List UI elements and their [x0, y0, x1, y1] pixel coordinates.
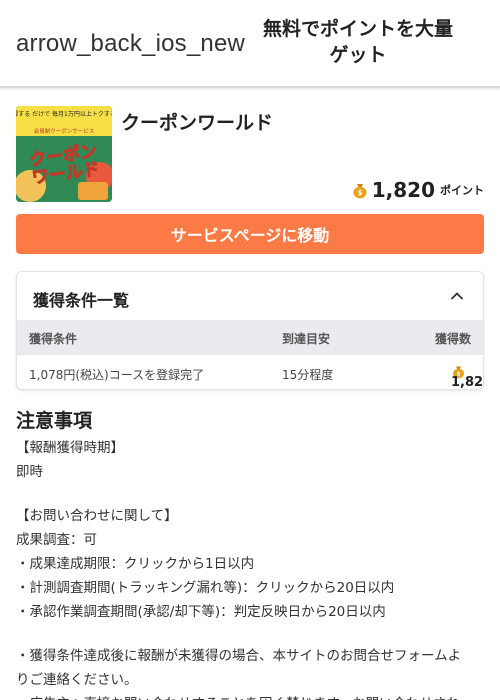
service-points: $ 1,820 ポイント [351, 178, 484, 202]
row-eta: 15分程度 [282, 368, 334, 382]
notes-spacer [16, 484, 486, 504]
notes-line: りご連絡ください。 [16, 672, 138, 688]
notes-line: ・広告主へ直接お問い合わせすることを固く禁じます。お問い合わせされ [16, 692, 486, 700]
thumb-subtitle: 会員制クーポンサービス [34, 127, 95, 135]
row-points: 1,820 [451, 375, 484, 390]
notes-line: ・獲得条件達成後に報酬が未獲得の場合、本サイトのお問合せフォームよ [16, 648, 462, 664]
conditions-panel: 獲得条件一覧 獲得条件 到達目安 獲得数 1,078円(税込)コースを登録完了 … [16, 271, 484, 390]
notes-spacer [16, 624, 486, 644]
money-bag-icon: $ [353, 184, 367, 199]
notes-line: 即時 [16, 464, 43, 480]
notes-line: ・承認作業調査期間(承認/却下等)：判定反映日から20日以内 [16, 604, 386, 620]
page-title: 無料でポイントを大量ゲット [262, 18, 453, 66]
back-button[interactable]: arrow_back_ios_new [16, 30, 245, 58]
row-condition: 1,078円(税込)コースを登録完了 [29, 368, 205, 382]
conditions-panel-header[interactable]: 獲得条件一覧 [17, 272, 483, 320]
notes-line: ・計測調査期間(トラッキング漏れ等)：クリックから20日以内 [16, 580, 395, 596]
app-header: arrow_back_ios_new 無料でポイントを大量ゲット [0, 0, 500, 88]
chevron-up-icon[interactable] [449, 288, 465, 304]
notes-line: 【お問い合わせに関して】 [16, 508, 178, 524]
points-unit: ポイント [440, 184, 484, 197]
notes-body: 【報酬獲得時期】 即時 【お問い合わせに関して】 成果調査：可 ・成果達成期限：… [16, 436, 486, 700]
row-points-cell: $ 1,820 [451, 364, 483, 389]
service-page-button[interactable]: サービスページに移動 [16, 214, 484, 254]
service-thumbnail: 登録する だけで 毎月1万円以上トクする！ 会員制クーポンサービス クーポン ワ… [16, 106, 112, 202]
header-eta: 到達目安 [282, 332, 331, 346]
notes-line: 【報酬獲得時期】 [16, 440, 124, 456]
notes-line: 成果調査：可 [16, 532, 97, 548]
svg-text:$: $ [357, 189, 362, 197]
table-row: 1,078円(税込)コースを登録完了 15分程度 $ 1,820 [17, 354, 483, 389]
notes-title: 注意事項 [16, 410, 93, 432]
notes-line: ・成果達成期限：クリックから1日以内 [16, 556, 255, 572]
service-name: クーポンワールド [121, 112, 274, 134]
header-condition: 獲得条件 [29, 332, 78, 346]
conditions-title: 獲得条件一覧 [33, 291, 130, 310]
points-value: 1,820 [371, 178, 435, 202]
thumb-tagline: 登録する だけで 毎月1万円以上トクする！ [16, 110, 112, 118]
conditions-table-header: 獲得条件 到達目安 獲得数 [17, 320, 483, 354]
header-points: 獲得数 [434, 332, 471, 346]
